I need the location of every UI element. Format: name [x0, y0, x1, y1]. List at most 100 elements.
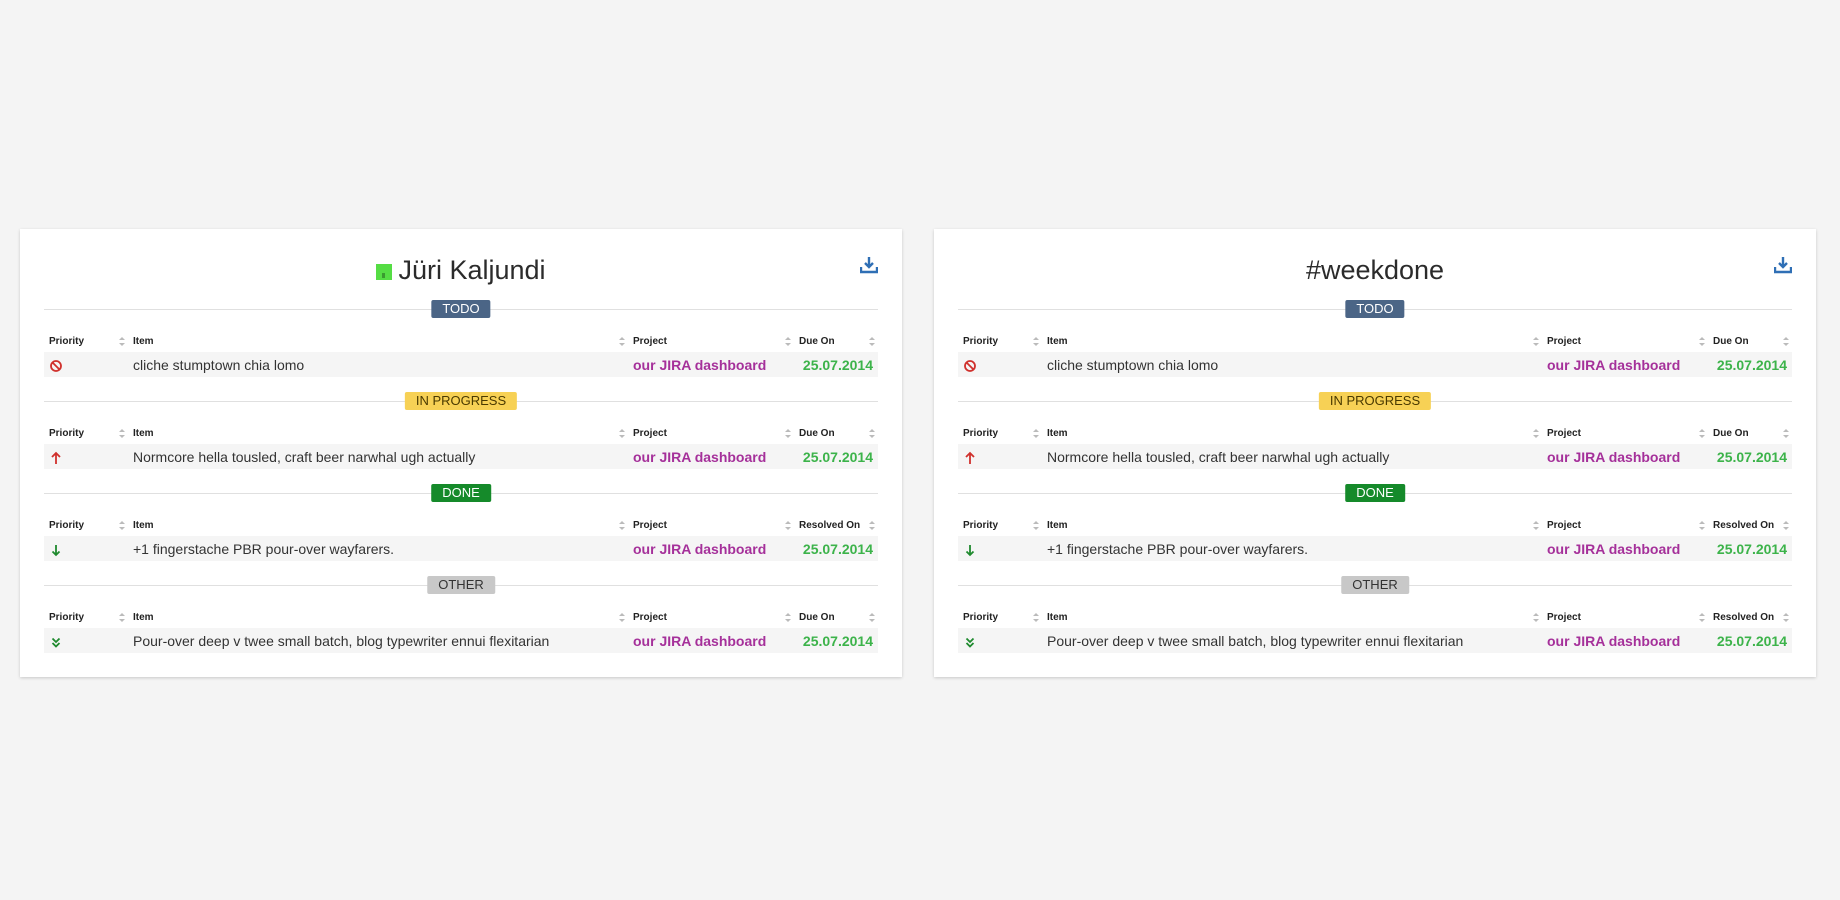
sort-icon — [1783, 613, 1789, 622]
project-link[interactable]: our JIRA dashboard — [628, 628, 794, 653]
dashboard-panel-weekdone: #weekdone TODO Priority Item Project Due… — [934, 229, 1816, 677]
sort-icon — [1533, 521, 1539, 530]
sort-icon — [1783, 429, 1789, 438]
download-icon[interactable] — [860, 256, 878, 274]
date-cell: 25.07.2014 — [1708, 628, 1792, 653]
table-row[interactable]: +1 fingerstache PBR pour-over wayfarers.… — [44, 536, 878, 561]
column-header-project[interactable]: Project — [628, 514, 794, 536]
sort-icon — [1783, 521, 1789, 530]
column-header-item[interactable]: Item — [1042, 606, 1542, 628]
table-row[interactable]: Normcore hella tousled, craft beer narwh… — [958, 444, 1792, 469]
column-header-item[interactable]: Item — [1042, 514, 1542, 536]
sort-icon — [869, 429, 875, 438]
sort-icon — [1783, 337, 1789, 346]
priority-cell — [958, 628, 1042, 653]
sort-icon — [785, 613, 791, 622]
priority-high-icon — [51, 451, 61, 464]
sort-icon — [869, 613, 875, 622]
item-cell: +1 fingerstache PBR pour-over wayfarers. — [128, 536, 628, 561]
column-header-project[interactable]: Project — [1542, 330, 1708, 352]
column-header-date[interactable]: Resolved On — [1708, 606, 1792, 628]
project-link[interactable]: our JIRA dashboard — [1542, 444, 1708, 469]
column-header-project[interactable]: Project — [1542, 422, 1708, 444]
column-header-priority[interactable]: Priority — [958, 422, 1042, 444]
column-header-priority[interactable]: Priority — [44, 514, 128, 536]
project-link[interactable]: our JIRA dashboard — [1542, 352, 1708, 377]
column-header-priority[interactable]: Priority — [958, 330, 1042, 352]
column-header-item[interactable]: Item — [128, 422, 628, 444]
sort-icon — [1033, 613, 1039, 622]
section-in-progress: IN PROGRESS Priority Item Project Due On… — [958, 391, 1792, 469]
table-row[interactable]: cliche stumptown chia lomo our JIRA dash… — [44, 352, 878, 377]
status-badge-todo: TODO — [431, 300, 491, 318]
column-header-project[interactable]: Project — [628, 330, 794, 352]
column-header-project[interactable]: Project — [1542, 606, 1708, 628]
sort-icon — [119, 613, 125, 622]
column-header-priority[interactable]: Priority — [44, 330, 128, 352]
column-header-item[interactable]: Item — [128, 330, 628, 352]
dashboard-panel-user: Jüri Kaljundi TODO Priority Item Project… — [20, 229, 902, 677]
task-table: Priority Item Project Due On cliche stum… — [958, 330, 1792, 377]
item-cell: cliche stumptown chia lomo — [128, 352, 628, 377]
column-header-project[interactable]: Project — [1542, 514, 1708, 536]
sort-icon — [869, 337, 875, 346]
project-link[interactable]: our JIRA dashboard — [1542, 536, 1708, 561]
column-header-project[interactable]: Project — [628, 606, 794, 628]
table-row[interactable]: +1 fingerstache PBR pour-over wayfarers.… — [958, 536, 1792, 561]
project-link[interactable]: our JIRA dashboard — [628, 536, 794, 561]
column-header-date[interactable]: Due On — [794, 422, 878, 444]
project-link[interactable]: our JIRA dashboard — [628, 444, 794, 469]
column-header-date[interactable]: Due On — [1708, 330, 1792, 352]
panel-title: Jüri Kaljundi — [20, 255, 902, 286]
table-row[interactable]: Pour-over deep v twee small batch, blog … — [958, 628, 1792, 653]
column-header-priority[interactable]: Priority — [958, 514, 1042, 536]
column-header-item[interactable]: Item — [128, 514, 628, 536]
sort-icon — [785, 337, 791, 346]
sort-icon — [619, 521, 625, 530]
sort-icon — [785, 429, 791, 438]
task-table: Priority Item Project Due On cliche stum… — [44, 330, 878, 377]
table-row[interactable]: cliche stumptown chia lomo our JIRA dash… — [958, 352, 1792, 377]
sort-icon — [619, 613, 625, 622]
task-table: Priority Item Project Due On Pour-over d… — [44, 606, 878, 653]
column-header-item[interactable]: Item — [1042, 330, 1542, 352]
project-link[interactable]: our JIRA dashboard — [628, 352, 794, 377]
column-header-date[interactable]: Resolved On — [1708, 514, 1792, 536]
section-done: DONE Priority Item Project Resolved On +… — [958, 483, 1792, 561]
column-header-priority[interactable]: Priority — [44, 606, 128, 628]
status-badge-other: OTHER — [427, 576, 495, 594]
column-header-date[interactable]: Due On — [794, 330, 878, 352]
sort-icon — [785, 521, 791, 530]
sort-icon — [119, 337, 125, 346]
user-avatar — [376, 264, 393, 280]
table-row[interactable]: Normcore hella tousled, craft beer narwh… — [44, 444, 878, 469]
section-todo: TODO Priority Item Project Due On cliche… — [44, 299, 878, 377]
sort-icon — [1699, 429, 1705, 438]
column-header-item[interactable]: Item — [1042, 422, 1542, 444]
column-header-item[interactable]: Item — [128, 606, 628, 628]
priority-high-icon — [965, 451, 975, 464]
column-header-date[interactable]: Due On — [794, 606, 878, 628]
sort-icon — [619, 337, 625, 346]
column-header-priority[interactable]: Priority — [44, 422, 128, 444]
sort-icon — [1699, 521, 1705, 530]
task-table: Priority Item Project Due On Normcore he… — [44, 422, 878, 469]
item-cell: cliche stumptown chia lomo — [1042, 352, 1542, 377]
column-header-date[interactable]: Due On — [1708, 422, 1792, 444]
sort-icon — [1033, 337, 1039, 346]
sort-icon — [1533, 337, 1539, 346]
column-header-project[interactable]: Project — [628, 422, 794, 444]
date-cell: 25.07.2014 — [794, 536, 878, 561]
column-header-priority[interactable]: Priority — [958, 606, 1042, 628]
column-header-date[interactable]: Resolved On — [794, 514, 878, 536]
sort-icon — [1033, 429, 1039, 438]
date-cell: 25.07.2014 — [1708, 444, 1792, 469]
priority-cell — [958, 352, 1042, 377]
table-row[interactable]: Pour-over deep v twee small batch, blog … — [44, 628, 878, 653]
task-table: Priority Item Project Resolved On +1 fin… — [958, 514, 1792, 561]
section-in-progress: IN PROGRESS Priority Item Project Due On… — [44, 391, 878, 469]
priority-cell — [44, 352, 128, 377]
panel-title: #weekdone — [1305, 255, 1445, 285]
download-icon[interactable] — [1774, 256, 1792, 274]
project-link[interactable]: our JIRA dashboard — [1542, 628, 1708, 653]
